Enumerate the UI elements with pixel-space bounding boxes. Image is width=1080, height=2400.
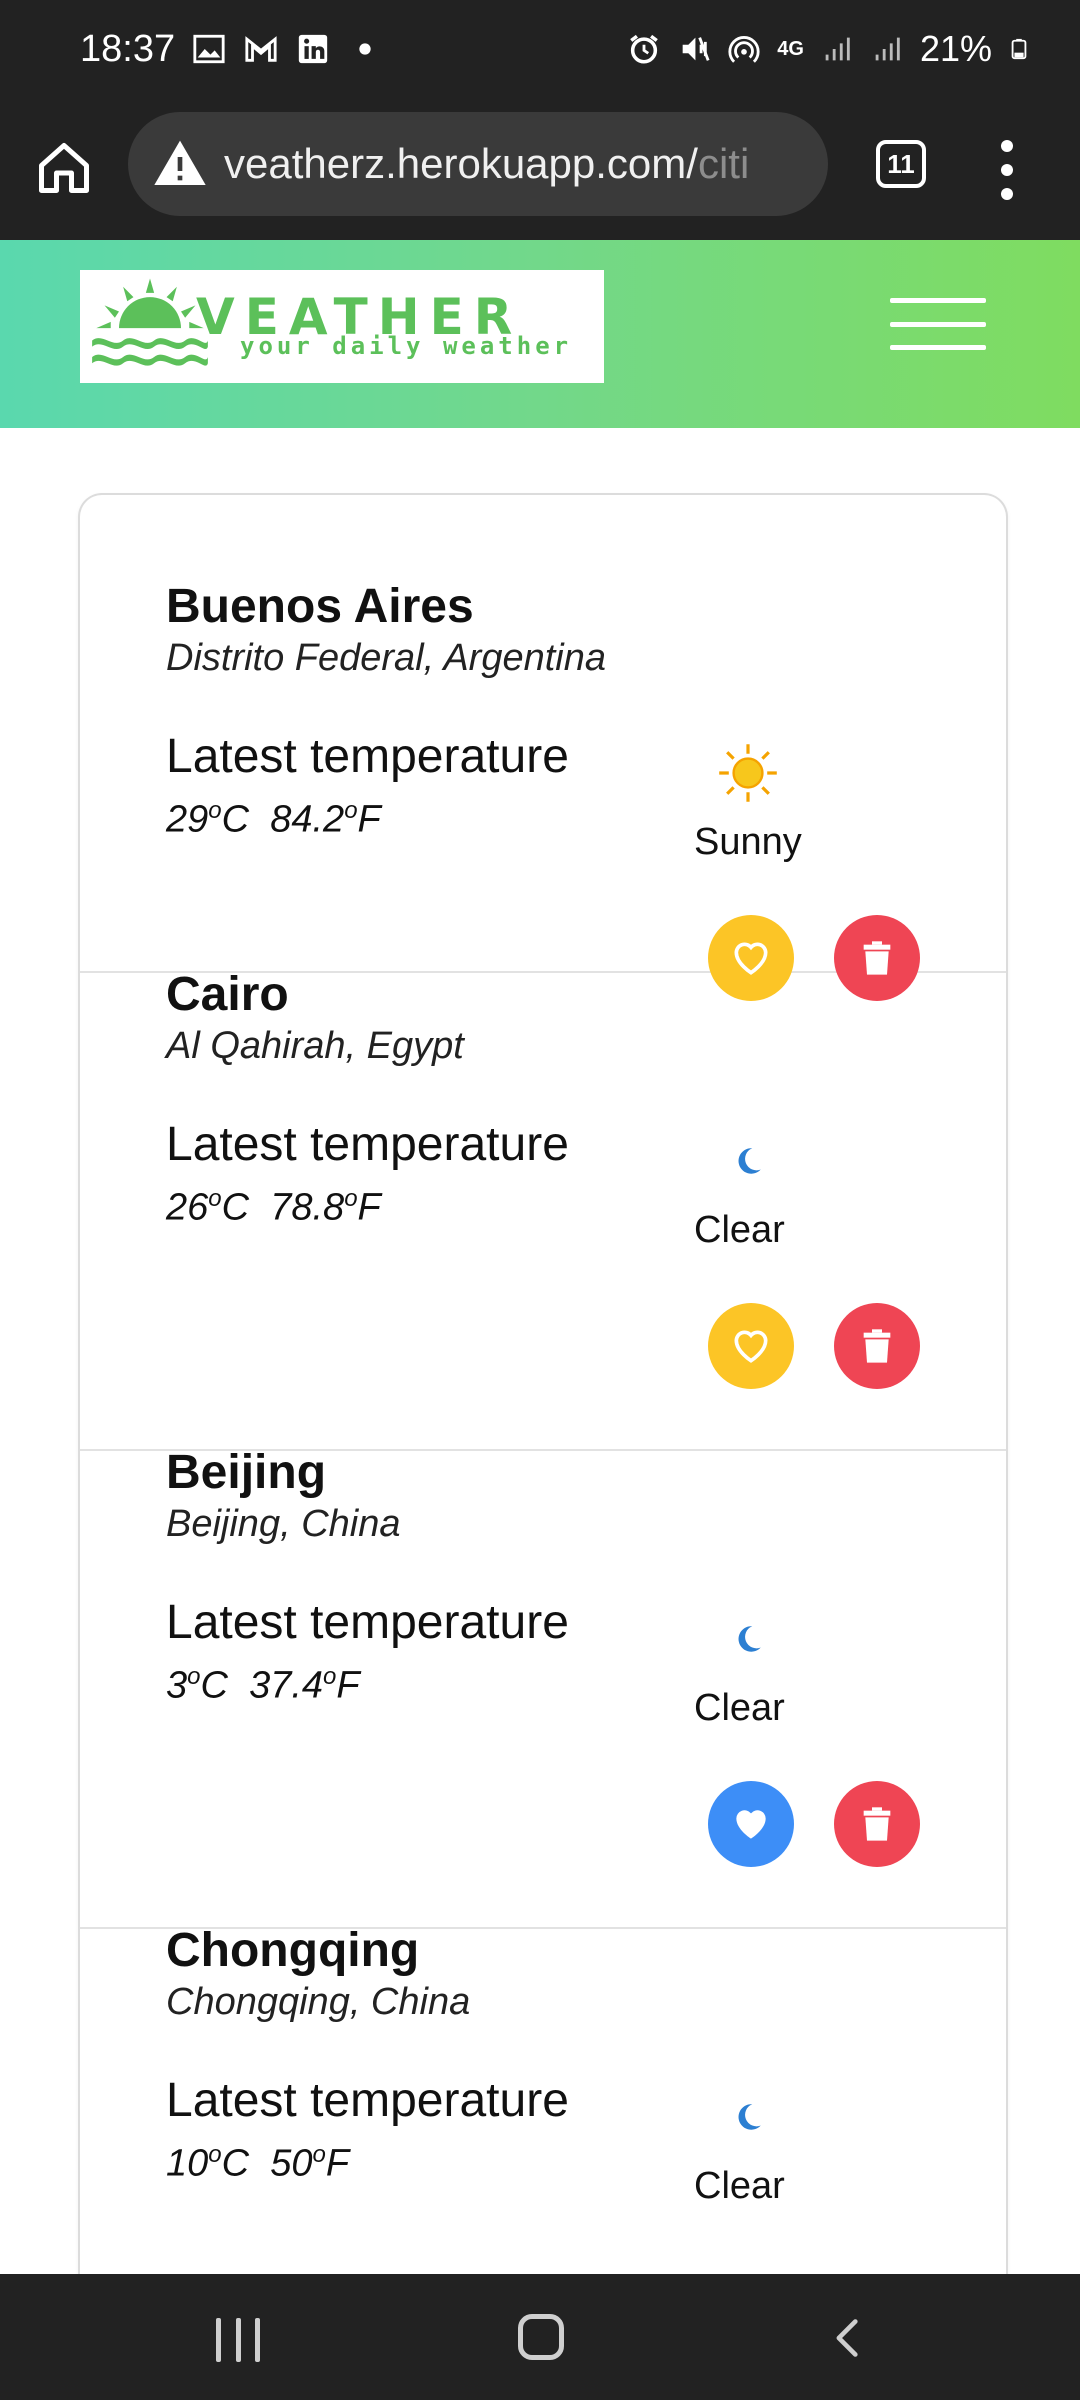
hotspot-icon bbox=[728, 36, 760, 63]
mute-icon bbox=[682, 37, 710, 61]
trash-icon bbox=[863, 1329, 891, 1363]
url-main: veatherz.herokuapp.com/ bbox=[224, 140, 698, 187]
latest-temperature-label: Latest temperature bbox=[166, 1596, 569, 1649]
image-icon bbox=[193, 34, 225, 64]
city-name: Chongqing bbox=[166, 1924, 420, 1977]
system-navigation-bar bbox=[0, 2274, 1080, 2400]
alarm-icon bbox=[630, 34, 659, 64]
notification-icons bbox=[192, 32, 382, 66]
delete-button[interactable] bbox=[834, 1781, 920, 1867]
temperature-values: 3oC 37.4oF bbox=[166, 1663, 360, 1707]
address-bar[interactable]: veatherz.herokuapp.com/citi bbox=[128, 112, 828, 216]
city-card: Beijing Beijing, China Latest temperatur… bbox=[80, 1446, 1006, 1929]
url-text[interactable]: veatherz.herokuapp.com/citi bbox=[224, 140, 749, 188]
site-logo[interactable]: VEATHER your daily weather bbox=[80, 270, 604, 383]
temperature-values: 26oC 78.8oF bbox=[166, 1185, 381, 1229]
warning-icon[interactable] bbox=[152, 136, 208, 192]
back-icon[interactable] bbox=[826, 2314, 870, 2362]
dot-icon bbox=[359, 43, 371, 55]
city-name: Cairo bbox=[166, 968, 289, 1021]
battery-icon bbox=[1011, 38, 1027, 60]
moon-icon bbox=[710, 2079, 786, 2155]
home-button[interactable] bbox=[518, 2314, 564, 2360]
weather-condition: Clear bbox=[694, 1687, 785, 1729]
moon-icon bbox=[710, 1601, 786, 1677]
city-region: Distrito Federal, Argentina bbox=[166, 637, 607, 679]
temperature-values: 29oC 84.2oF bbox=[166, 797, 381, 841]
status-bar: 18:37 4G 21% bbox=[0, 0, 1080, 108]
city-card: Buenos Aires Distrito Federal, Argentina… bbox=[80, 495, 1006, 1001]
city-name: Beijing bbox=[166, 1446, 327, 1499]
city-region: Chongqing, China bbox=[166, 1981, 471, 2023]
tab-switcher-button[interactable]: 11 bbox=[876, 140, 926, 188]
network-type: 4G bbox=[777, 37, 804, 60]
home-icon[interactable] bbox=[34, 138, 94, 198]
hamburger-menu-icon[interactable] bbox=[890, 298, 986, 350]
linkedin-icon bbox=[298, 34, 328, 64]
latest-temperature-label: Latest temperature bbox=[166, 1118, 569, 1171]
heart-filled-icon bbox=[736, 1810, 766, 1839]
logo-subtitle: your daily weather bbox=[240, 332, 573, 360]
favorite-button[interactable] bbox=[708, 1303, 794, 1389]
signal-icon bbox=[875, 37, 900, 61]
battery-percent: 21% bbox=[919, 28, 992, 69]
browser-toolbar: veatherz.herokuapp.com/citi 11 bbox=[0, 108, 1080, 240]
city-list: Buenos Aires Distrito Federal, Argentina… bbox=[78, 493, 1008, 2275]
latest-temperature-label: Latest temperature bbox=[166, 730, 569, 783]
site-header: VEATHER your daily weather bbox=[0, 240, 1080, 428]
temperature-values: 10oC 50oF bbox=[166, 2141, 350, 2185]
city-region: Beijing, China bbox=[166, 1503, 401, 1545]
signal-icon bbox=[825, 37, 850, 61]
gmail-icon bbox=[245, 36, 277, 62]
city-name: Buenos Aires bbox=[166, 580, 474, 633]
system-icons: 4G 21% bbox=[627, 28, 1030, 70]
logo-sun-icon bbox=[92, 278, 208, 366]
moon-icon bbox=[710, 1123, 786, 1199]
heart-outline-icon bbox=[734, 1330, 768, 1363]
sun-icon bbox=[710, 735, 786, 811]
status-time: 18:37 bbox=[80, 28, 176, 70]
weather-condition: Sunny bbox=[694, 821, 802, 863]
latest-temperature-label: Latest temperature bbox=[166, 2074, 569, 2127]
trash-icon bbox=[863, 1807, 891, 1841]
favorite-button[interactable] bbox=[708, 1781, 794, 1867]
trash-icon bbox=[863, 941, 891, 975]
recent-apps-button[interactable] bbox=[216, 2318, 260, 2362]
city-region: Al Qahirah, Egypt bbox=[166, 1025, 464, 1067]
weather-condition: Clear bbox=[694, 2165, 785, 2207]
url-faded: citi bbox=[697, 140, 750, 187]
browser-menu-button[interactable] bbox=[1000, 140, 1014, 200]
city-card: Chongqing Chongqing, China Latest temper… bbox=[80, 1924, 1006, 2275]
weather-condition: Clear bbox=[694, 1209, 785, 1251]
delete-button[interactable] bbox=[834, 1303, 920, 1389]
city-card: Cairo Al Qahirah, Egypt Latest temperatu… bbox=[80, 968, 1006, 1451]
